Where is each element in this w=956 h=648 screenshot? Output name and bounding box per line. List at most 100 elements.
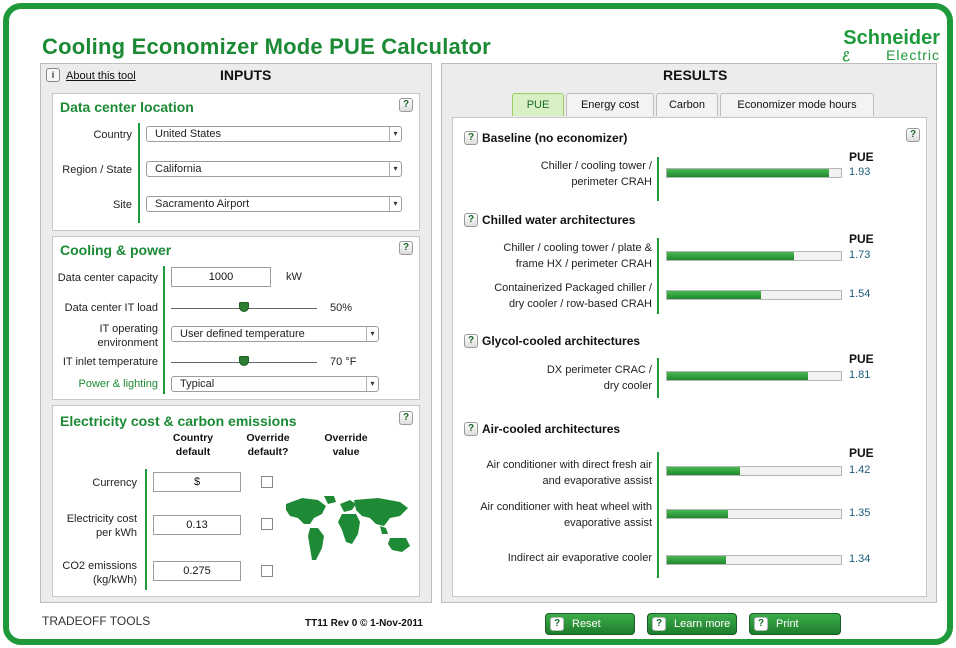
col-override-value: Override value <box>324 432 368 458</box>
pue-header: PUE <box>849 232 874 246</box>
chevron-down-icon: ▾ <box>366 377 378 391</box>
tab-economizer-hours[interactable]: Economizer mode hours <box>720 93 874 116</box>
air-cooled-row1-bar-fill <box>667 467 741 475</box>
location-title: Data center location <box>60 99 194 115</box>
pue-header: PUE <box>849 446 874 460</box>
site-label: Site <box>113 199 132 211</box>
chevron-down-icon: ▾ <box>389 197 401 211</box>
reset-button[interactable]: ? Reset <box>545 613 635 635</box>
location-help-icon[interactable]: ? <box>399 98 413 112</box>
results-help-icon[interactable]: ? <box>906 128 920 142</box>
chilled-water-row1-value: 1.73 <box>849 249 871 261</box>
help-icon: ? <box>550 617 564 631</box>
cooling-divider <box>163 266 165 394</box>
about-tool-link[interactable]: About this tool <box>66 70 136 82</box>
currency-field: $ <box>153 472 241 492</box>
world-map-image <box>286 496 410 560</box>
results-header: RESULTS <box>663 67 728 83</box>
tab-energy-cost[interactable]: Energy cost <box>566 93 654 116</box>
cooling-title: Cooling & power <box>60 242 172 258</box>
capacity-unit: kW <box>286 271 302 283</box>
glycol-bar-fill <box>667 372 808 380</box>
air-cooled-title: Air-cooled architectures <box>482 422 621 436</box>
cost-override-checkbox[interactable] <box>261 518 273 530</box>
electricity-divider <box>145 469 147 590</box>
chilled-water-row2-value: 1.54 <box>849 288 871 300</box>
capacity-input[interactable]: 1000 <box>171 267 271 287</box>
inlet-temp-label: IT inlet temperature <box>62 356 158 368</box>
glycol-row-label: DX perimeter CRAC / dry cooler <box>546 364 652 392</box>
cost-label: Electricity cost per kWh <box>66 513 137 539</box>
glycol-bar <box>666 371 842 381</box>
baseline-help-icon[interactable]: ? <box>464 131 478 145</box>
site-select[interactable]: Sacramento Airport ▾ <box>146 196 402 212</box>
pue-header: PUE <box>849 150 874 164</box>
currency-override-checkbox[interactable] <box>261 476 273 488</box>
chilled-water-divider <box>657 238 659 314</box>
air-cooled-row3-bar-fill <box>667 556 727 564</box>
air-cooled-row2-label: Air conditioner with heat wheel with eva… <box>480 501 652 529</box>
air-cooled-row3-bar <box>666 555 842 565</box>
help-icon: ? <box>754 617 768 631</box>
it-load-label: Data center IT load <box>64 302 158 314</box>
cost-field: 0.13 <box>153 515 241 535</box>
glycol-help-icon[interactable]: ? <box>464 334 478 348</box>
air-cooled-row2-bar-fill <box>667 510 728 518</box>
air-cooled-row1-bar <box>666 466 842 476</box>
operating-env-select[interactable]: User defined temperature ▾ <box>171 326 379 342</box>
print-button[interactable]: ? Print <box>749 613 841 635</box>
air-cooled-help-icon[interactable]: ? <box>464 422 478 436</box>
inputs-header: INPUTS <box>220 67 272 83</box>
chilled-water-row2-bar <box>666 290 842 300</box>
tab-pue[interactable]: PUE <box>512 93 564 116</box>
chilled-water-row2-label: Containerized Packaged chiller / dry coo… <box>494 282 652 310</box>
air-cooled-row1-value: 1.42 <box>849 464 871 476</box>
chilled-water-row1-label: Chiller / cooling tower / plate & frame … <box>503 242 652 270</box>
cooling-help-icon[interactable]: ? <box>399 241 413 255</box>
country-select[interactable]: United States ▾ <box>146 126 402 142</box>
page-title: Cooling Economizer Mode PUE Calculator <box>42 34 491 59</box>
baseline-value: 1.93 <box>849 166 871 178</box>
baseline-title: Baseline (no economizer) <box>482 131 628 145</box>
region-label: Region / State <box>62 164 132 176</box>
co2-override-checkbox[interactable] <box>261 565 273 577</box>
region-select[interactable]: California ▾ <box>146 161 402 177</box>
air-cooled-row3-label: Indirect air evaporative cooler <box>507 552 652 564</box>
learn-more-button[interactable]: ? Learn more <box>647 613 737 635</box>
inlet-temp-value: 70 °F <box>330 356 357 368</box>
col-country-default: Country default <box>172 432 214 458</box>
co2-label: CO2 emissions (kg/kWh) <box>62 560 137 586</box>
air-cooled-row3-value: 1.34 <box>849 553 871 565</box>
pue-header: PUE <box>849 352 874 366</box>
baseline-bar-fill <box>667 169 829 177</box>
col-override: Override default? <box>246 432 290 458</box>
chilled-water-row1-bar <box>666 251 842 261</box>
power-lighting-select[interactable]: Typical ▾ <box>171 376 379 392</box>
operating-env-label: IT operating environment <box>97 323 158 349</box>
capacity-label: Data center capacity <box>57 272 158 284</box>
air-cooled-row2-bar <box>666 509 842 519</box>
chilled-water-row2-bar-fill <box>667 291 761 299</box>
chilled-water-row1-bar-fill <box>667 252 795 260</box>
help-icon: ? <box>652 617 666 631</box>
electricity-help-icon[interactable]: ? <box>399 411 413 425</box>
it-load-value: 50% <box>330 302 353 314</box>
chilled-water-title: Chilled water architectures <box>482 213 636 227</box>
electricity-title: Electricity cost & carbon emissions <box>60 413 297 429</box>
air-cooled-row1-label: Air conditioner with direct fresh air an… <box>486 459 652 487</box>
baseline-bar <box>666 168 842 178</box>
schneider-logo: Schneider ℰ Electric <box>842 27 940 64</box>
baseline-divider <box>657 157 659 201</box>
chilled-water-help-icon[interactable]: ? <box>464 213 478 227</box>
power-lighting-label: Power & lighting <box>78 378 159 390</box>
co2-field: 0.275 <box>153 561 241 581</box>
glycol-title: Glycol-cooled architectures <box>482 334 641 348</box>
tab-carbon[interactable]: Carbon <box>656 93 718 116</box>
glycol-value: 1.81 <box>849 369 871 381</box>
tradeoff-tools-logo: TRADEOFF TOOLS <box>42 614 151 628</box>
info-icon[interactable]: i <box>46 68 60 82</box>
glycol-divider <box>657 358 659 398</box>
air-cooled-row2-value: 1.35 <box>849 507 871 519</box>
version-label: TT11 Rev 0 © 1-Nov-2011 <box>305 618 423 629</box>
chevron-down-icon: ▾ <box>389 162 401 176</box>
